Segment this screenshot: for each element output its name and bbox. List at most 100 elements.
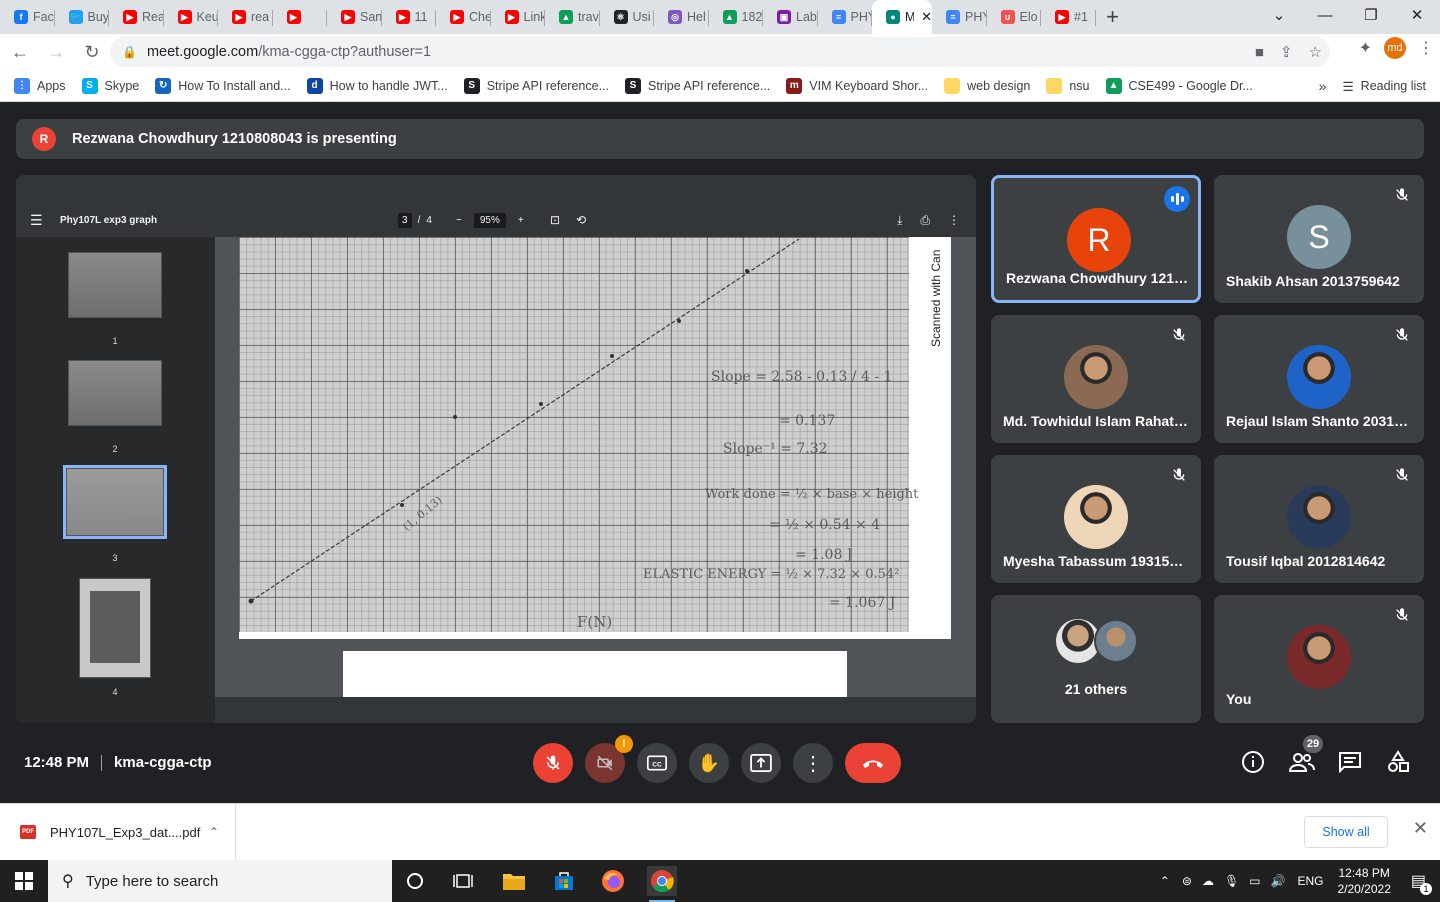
new-tab-button[interactable]: + [1096, 0, 1130, 34]
microphone-tray-icon[interactable]: 🎙 [1224, 874, 1239, 888]
restore-button[interactable]: ❐ [1348, 0, 1394, 30]
browser-tab[interactable]: ▶ [273, 0, 328, 34]
tab-favicon-icon: ▲ [722, 10, 737, 24]
captions-button[interactable]: CC [637, 743, 677, 783]
participant-tile[interactable]: Tousif Iqbal 2012814642 [1214, 455, 1424, 583]
browser-tab[interactable]: ≡ PHY [932, 0, 987, 34]
chrome-taskbar-icon[interactable] [647, 866, 677, 902]
bookmark-item[interactable]: S Stripe API reference... [463, 77, 609, 94]
muted-mic-icon [1394, 467, 1410, 483]
browser-tab[interactable]: ▶ Rea [109, 0, 164, 34]
more-bookmarks-icon[interactable]: » [1319, 78, 1327, 94]
microphone-toggle-button[interactable] [533, 743, 573, 783]
bookmark-item[interactable]: ▲ CSE499 - Google Dr... [1105, 77, 1253, 94]
participant-tile[interactable]: S Shakib Ahsan 2013759642 [1214, 175, 1424, 303]
profile-avatar[interactable]: md [1384, 37, 1406, 59]
participant-name: Shakib Ahsan 2013759642 [1226, 273, 1400, 289]
activities-button[interactable] [1385, 749, 1411, 775]
pdf-page-current: 3 [398, 212, 412, 228]
reload-button[interactable]: ↻ [76, 36, 108, 68]
volume-icon[interactable]: 🔊 [1271, 874, 1286, 888]
pdf-zoom-value: 95% [473, 212, 506, 228]
browser-tab[interactable]: ≡ PHY [818, 0, 872, 34]
bookmark-label: Apps [37, 78, 66, 93]
browser-tab[interactable]: ʊ Elo [987, 0, 1042, 34]
participant-tile[interactable]: You [1214, 595, 1424, 723]
bookmark-item[interactable]: nsu [1046, 77, 1090, 94]
download-item[interactable]: PDF PHY107L_Exp3_dat....pdf ⌃ [0, 804, 236, 860]
browser-tab[interactable]: ▶ Keu [164, 0, 218, 34]
network-icon[interactable]: ▭ [1249, 874, 1260, 888]
meeting-details-button[interactable] [1240, 749, 1266, 775]
chevron-up-icon[interactable]: ⌃ [209, 825, 219, 839]
taskbar-search[interactable]: ⚲ Type here to search [48, 860, 392, 902]
clock[interactable]: 12:48 PM 2/20/2022 [1337, 865, 1390, 897]
show-all-button[interactable]: Show all [1304, 816, 1388, 848]
raise-hand-button[interactable]: ✋ [689, 743, 729, 783]
browser-tab[interactable]: ▶ #1 [1041, 0, 1096, 34]
browser-tab[interactable]: ● M ✕ [872, 0, 932, 34]
tab-search-icon[interactable]: ⌄ [1256, 0, 1302, 30]
show-hidden-icons[interactable]: ⌃ [1160, 874, 1170, 888]
taskbar-search-placeholder: Type here to search [85, 872, 219, 890]
file-explorer-icon[interactable] [499, 866, 529, 896]
camera-toggle-button[interactable]: ! [585, 735, 633, 783]
browser-tab[interactable]: ▶ Che [436, 0, 491, 34]
chrome-menu-icon[interactable]: ⋮ [1418, 38, 1434, 58]
browser-tab[interactable]: ▲ trav [545, 0, 600, 34]
participant-tile[interactable]: R Rezwana Chowdhury 1210... [991, 175, 1201, 303]
firefox-icon[interactable] [598, 866, 628, 896]
tab-title: Hel [687, 10, 706, 24]
close-tab-icon[interactable]: ✕ [921, 9, 932, 25]
browser-tab[interactable]: 🐦 Buy [55, 0, 109, 34]
back-button[interactable]: ← [4, 36, 36, 68]
browser-tab[interactable]: ▣ Lab [763, 0, 818, 34]
close-shelf-icon[interactable]: ✕ [1413, 818, 1428, 839]
onedrive-icon[interactable]: ☁ [1202, 874, 1214, 888]
start-button[interactable] [0, 860, 48, 902]
browser-tab[interactable]: ▲ 182 [709, 0, 764, 34]
language-indicator[interactable]: ENG [1297, 874, 1323, 888]
bookmark-item[interactable]: m VIM Keyboard Shor... [786, 77, 928, 94]
present-now-button[interactable] [741, 743, 781, 783]
meeting-time: 12:48 PM [24, 754, 90, 771]
participant-tile[interactable]: Rejaul Islam Shanto 20313... [1214, 315, 1424, 443]
browser-tab[interactable]: f Face [0, 0, 55, 34]
participant-count-badge: 29 [1303, 735, 1323, 753]
browser-tab[interactable]: ▶ rea [218, 0, 273, 34]
browser-tab[interactable]: ⚛ Usi [600, 0, 655, 34]
leave-call-button[interactable] [845, 743, 901, 783]
address-bar[interactable]: 🔒 meet.google.com/kma-cgga-ctp?authuser=… [110, 37, 1330, 67]
microsoft-store-icon[interactable] [549, 866, 579, 896]
bookmark-item[interactable]: S Skype [81, 77, 139, 94]
browser-tab[interactable]: ▶ Link [491, 0, 545, 34]
notifications-icon[interactable]: ▤ 1 [1411, 871, 1432, 895]
browser-tab[interactable]: ◎ Hel [654, 0, 709, 34]
participant-tile[interactable]: Md. Towhidul Islam Rahat ... [991, 315, 1201, 443]
bookmark-item[interactable]: S Stripe API reference... [625, 77, 770, 94]
extensions-icon[interactable]: ✦ [1359, 38, 1372, 58]
bookmark-item[interactable]: d How to handle JWT... [306, 77, 448, 94]
more-options-button[interactable]: ⋮ [793, 743, 833, 783]
bookmark-item[interactable]: ⋮ Apps [14, 77, 66, 94]
share-icon[interactable]: ⇪ [1280, 43, 1293, 61]
minimize-button[interactable]: — [1302, 0, 1348, 30]
bookmark-star-icon[interactable]: ☆ [1309, 43, 1322, 61]
chat-button[interactable] [1337, 749, 1363, 775]
bookmark-item[interactable]: web design [944, 77, 1030, 94]
browser-tab[interactable]: ▶ San [327, 0, 382, 34]
bookmark-item[interactable]: ↻ How To Install and... [155, 77, 291, 94]
close-window-button[interactable]: ✕ [1394, 0, 1440, 30]
cortana-icon[interactable] [400, 866, 430, 896]
reading-list-button[interactable]: ☰ Reading list [1342, 79, 1426, 94]
meet-now-icon[interactable]: ⊜ [1182, 874, 1192, 888]
participant-tile[interactable]: Myesha Tabassum 1931527... [991, 455, 1201, 583]
tab-title: rea [251, 10, 270, 24]
task-view-icon[interactable] [448, 866, 478, 896]
camera-icon[interactable]: ■ [1255, 44, 1264, 61]
presentation-stage[interactable]: ☰ Phy107L exp3 graph 3 / 4 − 95% + ⊡ ⟲ ⤓… [16, 175, 976, 723]
browser-tab[interactable]: ▶ 11 [382, 0, 437, 34]
forward-button[interactable]: → [40, 36, 72, 68]
bookmark-label: How to handle JWT... [329, 78, 448, 93]
participant-tile[interactable]: 21 others [991, 595, 1201, 723]
